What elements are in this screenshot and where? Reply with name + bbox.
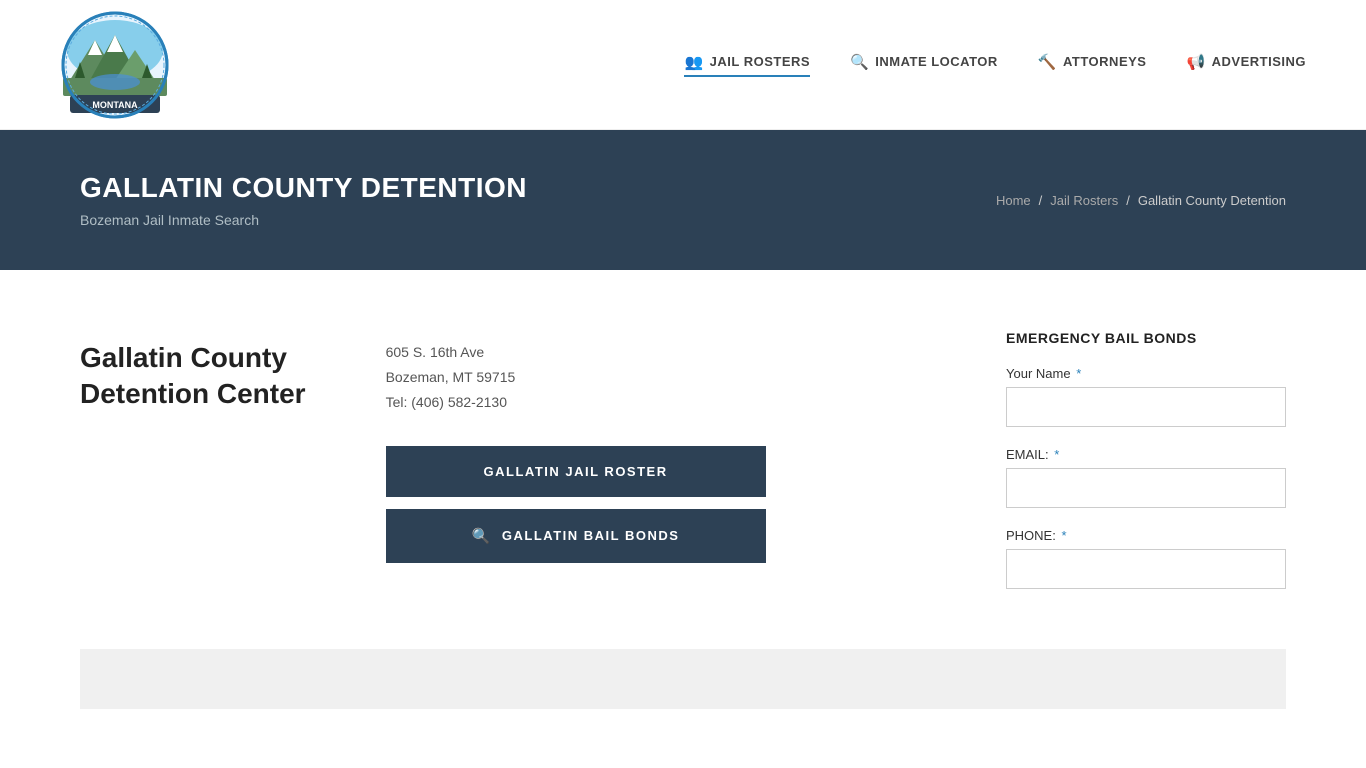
phone-input[interactable] [1006, 549, 1286, 589]
bail-bonds-label: GALLATIN BAIL BONDS [502, 528, 680, 543]
bail-bonds-button[interactable]: 🔍 GALLATIN BAIL BONDS [386, 509, 766, 563]
breadcrumb-sep2: / [1126, 193, 1130, 208]
facility-name-block: Gallatin County Detention Center [80, 330, 306, 609]
hero-banner: GALLATIN COUNTY DETENTION Bozeman Jail I… [0, 130, 1366, 270]
hero-left: GALLATIN COUNTY DETENTION Bozeman Jail I… [80, 172, 527, 228]
jail-rosters-icon: 👥 [684, 53, 703, 71]
content-left: Gallatin County Detention Center 605 S. … [80, 330, 966, 609]
phone-label: PHONE: * [1006, 528, 1286, 543]
phone-required: * [1061, 528, 1066, 543]
nav-attorneys-label: ATTORNEYS [1063, 54, 1146, 69]
page-title: GALLATIN COUNTY DETENTION [80, 172, 527, 204]
search-btn-icon: 🔍 [472, 527, 492, 545]
nav-advertising[interactable]: 📢 ADVERTISING [1186, 53, 1306, 77]
phone: Tel: (406) 582-2130 [386, 390, 766, 415]
attorneys-icon: 🔨 [1038, 53, 1057, 71]
name-input[interactable] [1006, 387, 1286, 427]
bottom-section [80, 649, 1286, 709]
phone-field-group: PHONE: * [1006, 528, 1286, 589]
email-field-group: EMAIL: * [1006, 447, 1286, 508]
jail-roster-label: GALLATIN JAIL ROSTER [484, 464, 668, 479]
email-label: EMAIL: * [1006, 447, 1286, 462]
breadcrumb-current: Gallatin County Detention [1138, 193, 1286, 208]
nav-advertising-label: ADVERTISING [1212, 54, 1306, 69]
main-content: Gallatin County Detention Center 605 S. … [0, 270, 1366, 649]
page-subtitle: Bozeman Jail Inmate Search [80, 212, 527, 228]
nav-inmate-locator-label: INMATE LOCATOR [875, 54, 998, 69]
name-required: * [1076, 366, 1081, 381]
address-line1: 605 S. 16th Ave [386, 340, 766, 365]
nav-inmate-locator[interactable]: 🔍 INMATE LOCATOR [850, 53, 998, 77]
svg-text:MONTANA: MONTANA [92, 100, 138, 110]
breadcrumb-home[interactable]: Home [996, 193, 1031, 208]
nav-attorneys[interactable]: 🔨 ATTORNEYS [1038, 53, 1147, 77]
logo-icon: MONTANA [60, 10, 170, 120]
facility-address: 605 S. 16th Ave Bozeman, MT 59715 Tel: (… [386, 330, 766, 416]
breadcrumb: Home / Jail Rosters / Gallatin County De… [996, 193, 1286, 208]
emergency-bail-bonds-sidebar: EMERGENCY BAIL BONDS Your Name * EMAIL: … [1006, 330, 1286, 609]
action-buttons: GALLATIN JAIL ROSTER 🔍 GALLATIN BAIL BON… [386, 446, 766, 563]
facility-details: 605 S. 16th Ave Bozeman, MT 59715 Tel: (… [386, 330, 766, 609]
facility-name: Gallatin County Detention Center [80, 330, 306, 413]
advertising-icon: 📢 [1186, 53, 1205, 71]
inmate-locator-icon: 🔍 [850, 53, 869, 71]
nav-jail-rosters[interactable]: 👥 JAIL ROSTERS [684, 53, 810, 77]
sidebar-title: EMERGENCY BAIL BONDS [1006, 330, 1286, 346]
jail-roster-button[interactable]: GALLATIN JAIL ROSTER [386, 446, 766, 497]
main-nav: 👥 JAIL ROSTERS 🔍 INMATE LOCATOR 🔨 ATTORN… [684, 53, 1306, 77]
logo-container: MONTANA [60, 10, 170, 120]
breadcrumb-sep1: / [1039, 193, 1043, 208]
breadcrumb-jail-rosters[interactable]: Jail Rosters [1050, 193, 1118, 208]
address-line2: Bozeman, MT 59715 [386, 365, 766, 390]
email-required: * [1054, 447, 1059, 462]
name-field-group: Your Name * [1006, 366, 1286, 427]
header: MONTANA 👥 JAIL ROSTERS 🔍 INMATE LOCATOR … [0, 0, 1366, 130]
email-input[interactable] [1006, 468, 1286, 508]
nav-jail-rosters-label: JAIL ROSTERS [710, 54, 810, 69]
name-label: Your Name * [1006, 366, 1286, 381]
